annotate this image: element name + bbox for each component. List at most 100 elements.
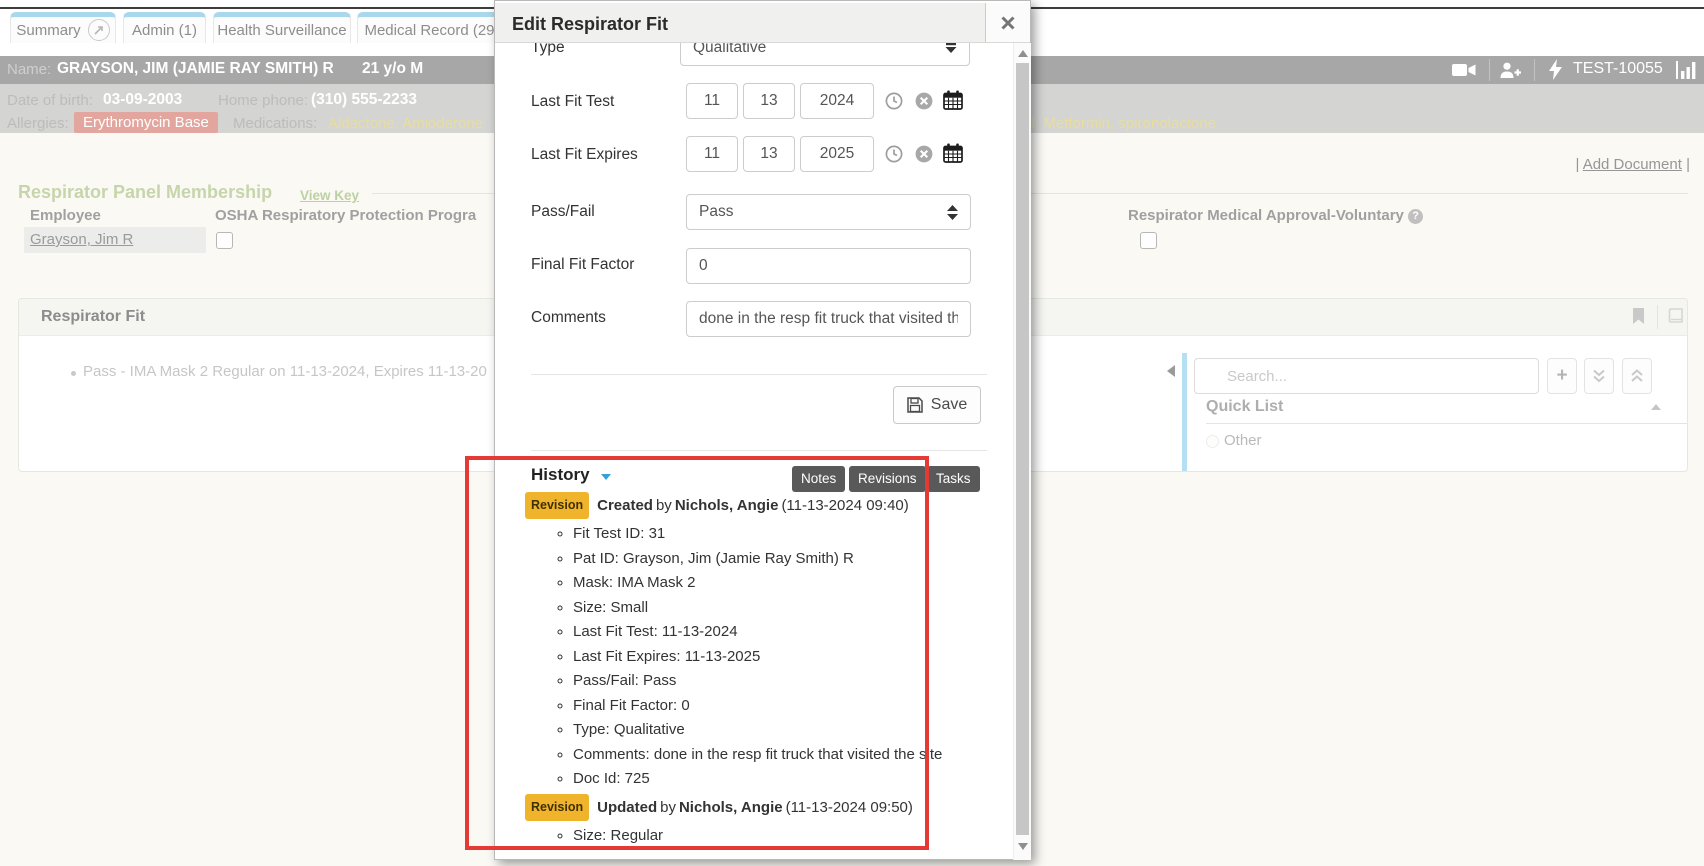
column-header-voluntary-label: Respirator Medical Approval-Voluntary	[1128, 207, 1404, 224]
bar-chart-icon[interactable]	[1676, 61, 1698, 79]
revision-detail: Doc Id: 725	[573, 767, 1003, 792]
notes-button[interactable]: Notes	[792, 466, 845, 492]
scroll-down-arrow[interactable]	[1018, 843, 1028, 850]
last-fit-expires-month[interactable]	[686, 136, 738, 172]
revision-detail: Size: Small	[573, 596, 1003, 621]
revision-detail-list: Fit Test ID: 31 Pat ID: Grayson, Jim (Ja…	[525, 522, 1003, 792]
add-person-icon[interactable]	[1500, 62, 1522, 79]
pass-fail-value: Pass	[699, 203, 733, 221]
last-fit-expires-year[interactable]	[800, 136, 874, 172]
video-camera-icon[interactable]	[1452, 63, 1476, 77]
employee-link[interactable]: Grayson, Jim R	[30, 231, 133, 248]
phone-label: Home phone:	[218, 92, 308, 109]
type-select[interactable]: Qualitative	[680, 43, 970, 66]
last-fit-test-month[interactable]	[686, 83, 738, 119]
revisions-button[interactable]: Revisions	[849, 466, 926, 492]
history-caret-down-icon[interactable]	[601, 474, 611, 480]
tab-admin-label: Admin (1)	[132, 22, 197, 39]
divider	[1206, 423, 1687, 424]
pass-fail-select[interactable]: Pass	[686, 194, 971, 230]
osha-program-checkbox[interactable]	[216, 232, 233, 249]
plus-icon: +	[1556, 365, 1567, 387]
tasks-button[interactable]: Tasks	[927, 466, 980, 492]
final-fit-factor-input[interactable]	[686, 248, 971, 284]
station-id: TEST-10055	[1573, 60, 1663, 78]
divider	[531, 450, 987, 451]
help-icon[interactable]: ?	[1408, 209, 1423, 224]
revision-by: by	[656, 497, 672, 514]
time-icon[interactable]	[885, 145, 903, 163]
medications-list-right: pril, Metformin, spironolactone	[1015, 115, 1216, 132]
last-fit-expires-label: Last Fit Expires	[531, 146, 638, 164]
divider	[1534, 59, 1535, 81]
column-header-voluntary: Respirator Medical Approval-Voluntary ?	[1128, 207, 1423, 224]
quick-list-item-other[interactable]: Other	[1224, 432, 1262, 449]
search-input[interactable]	[1194, 358, 1539, 394]
tab-health-surveillance-label: Health Surveillance	[217, 22, 346, 39]
type-label: Type	[531, 43, 565, 57]
comments-input[interactable]	[686, 301, 971, 337]
tab-admin[interactable]: Admin (1)	[123, 12, 206, 43]
type-value: Qualitative	[693, 43, 766, 57]
membership-section-title: Respirator Panel Membership	[18, 182, 272, 203]
select-arrow-icon	[945, 43, 957, 53]
time-icon[interactable]	[885, 92, 903, 110]
phone-value: (310) 555-2233	[311, 91, 417, 109]
collapse-left-icon[interactable]	[1167, 365, 1175, 377]
tab-summary[interactable]: Summary	[10, 12, 116, 43]
divider	[1657, 305, 1658, 329]
application-window: Summary Admin (1) Health Surveillance Me…	[0, 0, 1704, 866]
add-button[interactable]: +	[1547, 358, 1577, 394]
save-button[interactable]: Save	[893, 386, 981, 424]
revision-author: Nichols, Angie	[675, 497, 779, 514]
revision-entry-header: RevisionUpdatedbyNichols, Angie(11-13-20…	[525, 794, 1003, 821]
revision-detail: Final Fit Factor: 0	[573, 694, 1003, 719]
dob-value: 03-09-2003	[103, 91, 182, 109]
last-fit-test-label: Last Fit Test	[531, 93, 614, 111]
dialog-scrollbar[interactable]	[1013, 43, 1031, 860]
revision-badge: Revision	[525, 492, 589, 519]
history-list: RevisionCreatedbyNichols, Angie(11-13-20…	[525, 492, 1003, 850]
tab-health-surveillance[interactable]: Health Surveillance	[213, 12, 351, 43]
scroll-up-arrow[interactable]	[1018, 50, 1028, 57]
column-header-osha-program: OSHA Respiratory Protection Progra	[215, 207, 476, 224]
history-section-title[interactable]: History	[531, 465, 590, 485]
last-fit-test-day[interactable]	[743, 83, 795, 119]
floppy-icon	[907, 397, 923, 413]
close-button[interactable]	[985, 3, 1030, 43]
bookmark-icon[interactable]	[1632, 308, 1645, 325]
medications-list-left: Aldactone, Amiodarone	[328, 115, 483, 132]
quick-list-header[interactable]: Quick List	[1206, 398, 1283, 416]
revision-author: Nichols, Angie	[679, 799, 783, 816]
patient-name: GRAYSON, JIM (JAMIE RAY SMITH) R	[57, 60, 334, 78]
select-updown-icon	[947, 205, 958, 220]
tab-medical-record[interactable]: Medical Record (29)	[357, 12, 507, 43]
clear-date-icon[interactable]	[915, 145, 933, 163]
tab-medical-record-label: Medical Record (29)	[364, 22, 499, 39]
lightning-icon[interactable]	[1549, 59, 1562, 80]
quicklist-accent-bar	[1182, 353, 1187, 471]
voluntary-approval-checkbox[interactable]	[1140, 232, 1157, 249]
scrollbar-thumb[interactable]	[1016, 63, 1029, 835]
save-button-label: Save	[931, 396, 967, 414]
allergy-badge: Erythromycin Base	[74, 112, 218, 133]
calendar-icon[interactable]	[943, 143, 963, 163]
book-icon[interactable]	[1667, 307, 1685, 325]
view-key-link[interactable]: View Key	[300, 188, 359, 203]
dialog-header[interactable]: Edit Respirator Fit	[495, 3, 985, 43]
revision-detail: Pass/Fail: Pass	[573, 669, 1003, 694]
revision-detail-list: Size: Regular	[525, 824, 1003, 849]
last-fit-test-year[interactable]	[800, 83, 874, 119]
caret-up-icon[interactable]	[1651, 404, 1661, 410]
open-in-new-icon[interactable]	[88, 19, 110, 41]
pipe-right: |	[1686, 156, 1690, 173]
clear-date-icon[interactable]	[915, 92, 933, 110]
revision-detail: Type: Qualitative	[573, 718, 1003, 743]
last-fit-expires-day[interactable]	[743, 136, 795, 172]
collapse-all-button[interactable]	[1622, 358, 1652, 394]
table-row-employee-cell: Grayson, Jim R	[24, 227, 206, 253]
revision-detail: Size: Regular	[573, 824, 1003, 849]
calendar-icon[interactable]	[943, 90, 963, 110]
expand-all-button[interactable]	[1584, 358, 1614, 394]
add-document-link[interactable]: Add Document	[1583, 156, 1682, 173]
